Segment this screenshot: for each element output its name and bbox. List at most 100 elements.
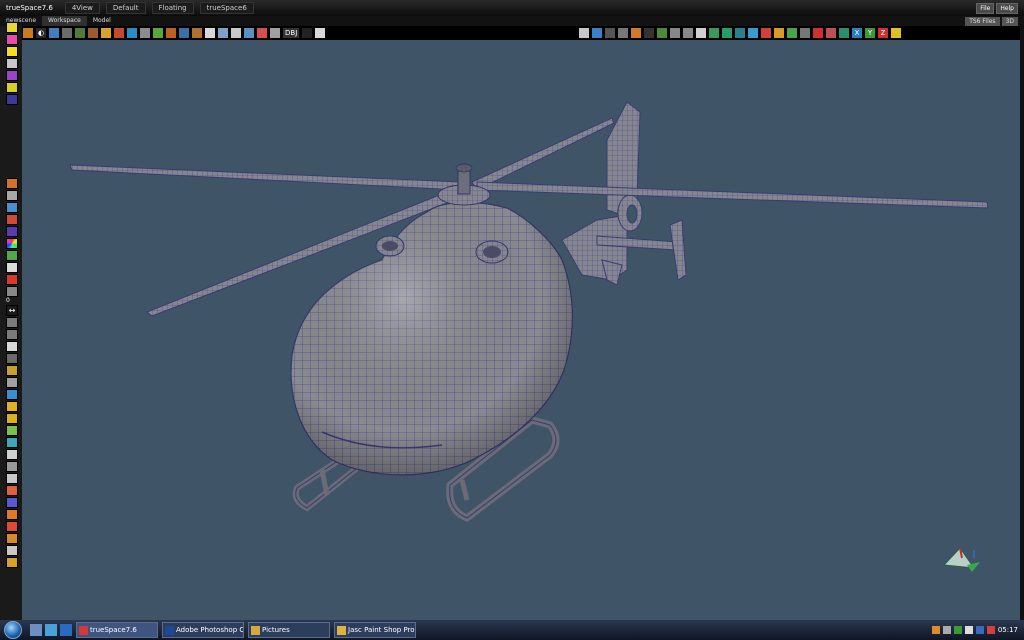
layout-tab-default[interactable]: Default: [105, 2, 146, 14]
deform-icon[interactable]: [6, 485, 18, 496]
layout-tab-4view[interactable]: 4View: [64, 2, 100, 14]
axis-tool-icon[interactable]: [178, 27, 190, 39]
torus-icon[interactable]: [6, 521, 18, 532]
figure-tool-icon[interactable]: [217, 27, 229, 39]
gold-swatch-icon[interactable]: [6, 82, 18, 93]
layout-tab-floating[interactable]: Floating: [151, 2, 194, 14]
navigation-gizmo[interactable]: [942, 547, 980, 572]
scale-tool-icon[interactable]: [617, 27, 629, 39]
cone-icon[interactable]: [6, 413, 18, 424]
node-tool-icon[interactable]: [838, 27, 850, 39]
face-tool-icon[interactable]: [269, 27, 281, 39]
object-icon[interactable]: [6, 178, 18, 189]
ts6-files-button[interactable]: TS6 Files: [965, 16, 1000, 26]
keyframe-icon[interactable]: [6, 353, 18, 364]
globe-icon[interactable]: [6, 202, 18, 213]
taskbar-item-paintshop[interactable]: Jasc Paint Shop Pro ...: [334, 622, 416, 638]
camera-tool-icon[interactable]: [139, 27, 151, 39]
tray-alert-icon[interactable]: [986, 626, 995, 634]
yellow-swatch-icon[interactable]: [6, 22, 18, 33]
x-axis-tool-icon[interactable]: X: [851, 27, 863, 39]
3d-button[interactable]: 3D: [1001, 16, 1018, 26]
cube-tool-icon[interactable]: [61, 27, 73, 39]
play-icon[interactable]: [6, 317, 18, 328]
lathe-icon[interactable]: [6, 461, 18, 472]
next-frame-icon[interactable]: [6, 329, 18, 340]
brush-tool-icon[interactable]: [165, 27, 177, 39]
object-tool-icon[interactable]: [22, 27, 34, 39]
paint-green-tool-icon[interactable]: [721, 27, 733, 39]
grid-tool-icon[interactable]: [74, 27, 86, 39]
light-tool-icon[interactable]: [100, 27, 112, 39]
tree-tool-icon[interactable]: [799, 27, 811, 39]
browser-icon[interactable]: [60, 624, 72, 636]
move-tool-icon[interactable]: [48, 27, 60, 39]
tray-security-icon[interactable]: [953, 626, 962, 634]
start-button[interactable]: [0, 620, 26, 640]
curve-tool-icon[interactable]: [747, 27, 759, 39]
sphere-orange-icon[interactable]: [6, 509, 18, 520]
scrub-arrows-icon[interactable]: ↔: [6, 305, 18, 316]
teal-icon[interactable]: [6, 437, 18, 448]
tray-display-icon[interactable]: [975, 626, 984, 634]
scene-tab-workspace[interactable]: Workspace: [42, 16, 87, 26]
tag-tool-icon[interactable]: [708, 27, 720, 39]
pyramid-icon[interactable]: [6, 497, 18, 508]
arrow-tool-icon[interactable]: [734, 27, 746, 39]
cube-color-tool-icon[interactable]: [773, 27, 785, 39]
device-tool-icon[interactable]: [301, 27, 314, 39]
taskbar-item-pictures[interactable]: Pictures: [248, 622, 330, 638]
tools-icon[interactable]: [6, 545, 18, 556]
up-tool-icon[interactable]: [669, 27, 681, 39]
tray-network-icon[interactable]: [942, 626, 951, 634]
switch-windows-icon[interactable]: [45, 624, 57, 636]
tray-app-icon[interactable]: [931, 626, 940, 634]
axes-icon[interactable]: [6, 377, 18, 388]
lemon-swatch-icon[interactable]: [6, 46, 18, 57]
spline-icon[interactable]: [6, 473, 18, 484]
down-tool-icon[interactable]: [682, 27, 694, 39]
box-green-tool-icon[interactable]: [786, 27, 798, 39]
pointer-tool-icon[interactable]: [695, 27, 707, 39]
box-orange-icon[interactable]: [6, 533, 18, 544]
letter-tool-icon[interactable]: [230, 27, 242, 39]
link-tool-icon[interactable]: [152, 27, 164, 39]
material-icon[interactable]: [6, 226, 18, 237]
material-tool-icon[interactable]: [87, 27, 99, 39]
help-button[interactable]: Help: [996, 2, 1018, 14]
page-icon[interactable]: [6, 262, 18, 273]
nav-tool-icon[interactable]: [890, 27, 902, 39]
taskbar-item-truespace[interactable]: trueSpace7.6: [76, 622, 158, 638]
lasso-tool-icon[interactable]: [760, 27, 772, 39]
dbj-tool-icon[interactable]: DBJ: [282, 27, 301, 39]
bars-tool-icon[interactable]: [243, 27, 255, 39]
record-icon[interactable]: [6, 274, 18, 285]
render-tool-icon[interactable]: [126, 27, 138, 39]
cross-tool-icon[interactable]: [643, 27, 655, 39]
axes-tool-icon[interactable]: [604, 27, 616, 39]
palette-tool-icon[interactable]: [314, 27, 327, 39]
wrench-icon[interactable]: [6, 557, 18, 568]
navy-swatch-icon[interactable]: [6, 94, 18, 105]
sphere-tool-icon[interactable]: ◐: [35, 27, 47, 39]
record-tool-icon[interactable]: [825, 27, 837, 39]
mesh-icon[interactable]: [6, 190, 18, 201]
taskbar-item-photoshop[interactable]: Adobe Photoshop C...: [162, 622, 244, 638]
mask-tool-icon[interactable]: [256, 27, 268, 39]
z-axis-tool-icon[interactable]: Z: [877, 27, 889, 39]
color-wheel-icon[interactable]: [6, 238, 18, 249]
show-desktop-icon[interactable]: [30, 624, 42, 636]
purple-swatch-icon[interactable]: [6, 70, 18, 81]
text-tool-icon[interactable]: [204, 27, 216, 39]
rotate-tool-icon[interactable]: [591, 27, 603, 39]
3d-viewport[interactable]: [22, 40, 1020, 620]
file-button[interactable]: File: [976, 2, 995, 14]
shape-icon[interactable]: [6, 425, 18, 436]
helicopter-model[interactable]: [22, 40, 1020, 620]
paint-icon[interactable]: [6, 214, 18, 225]
palette-icon[interactable]: [6, 250, 18, 261]
paint-tool-icon[interactable]: [113, 27, 125, 39]
film-icon[interactable]: [6, 341, 18, 352]
brush-icon[interactable]: [6, 365, 18, 376]
y-axis-tool-icon[interactable]: Y: [864, 27, 876, 39]
